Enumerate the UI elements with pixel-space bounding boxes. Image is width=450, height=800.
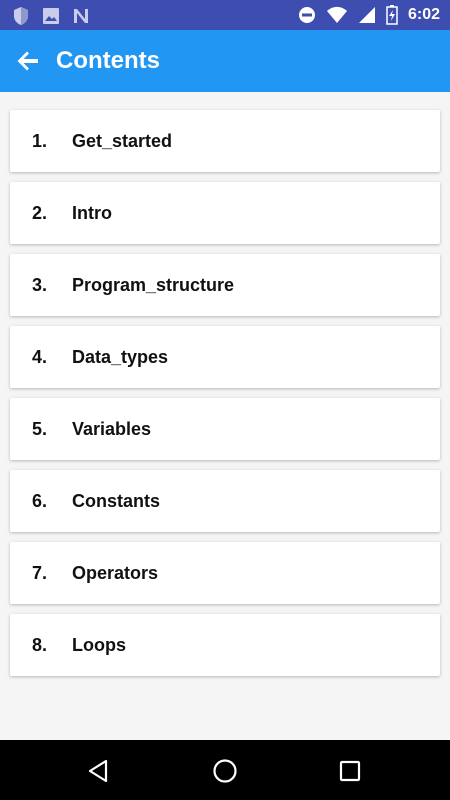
shield-icon: [14, 7, 28, 25]
list-item[interactable]: 1. Get_started: [10, 110, 440, 172]
list-item[interactable]: 7. Operators: [10, 542, 440, 604]
list-item[interactable]: 4. Data_types: [10, 326, 440, 388]
item-number: 5.: [32, 419, 48, 439]
status-bar: 6:02: [0, 0, 450, 30]
arrow-back-icon: [17, 51, 38, 71]
contents-list: 1. Get_started 2. Intro 3. Program_struc…: [10, 110, 440, 686]
app-bar: Contents: [0, 30, 450, 92]
signal-icon: [358, 7, 375, 23]
wifi-icon: [326, 6, 347, 23]
nav-back-button[interactable]: [86, 758, 112, 784]
item-number: 8.: [32, 635, 48, 655]
item-label: Data_types: [72, 347, 169, 367]
list-item[interactable]: 6. Constants: [10, 470, 440, 532]
item-number: 7.: [32, 563, 48, 583]
item-label: Operators: [72, 563, 159, 583]
item-label: Get_started: [72, 131, 173, 151]
image-icon: [43, 8, 59, 24]
nav-recents-button[interactable]: [337, 758, 363, 784]
item-number: 2.: [32, 203, 48, 223]
navigation-bar: [0, 740, 450, 800]
back-triangle-icon: [88, 759, 108, 783]
item-label: Intro: [72, 203, 112, 223]
status-left-icons: [12, 6, 90, 26]
item-label: Loops: [72, 635, 126, 655]
list-item[interactable]: 2. Intro: [10, 182, 440, 244]
list-item[interactable]: 5. Variables: [10, 398, 440, 460]
notification-n-icon: [74, 9, 88, 23]
recents-square-icon: [339, 760, 361, 782]
item-label: Program_structure: [72, 275, 235, 295]
list-item[interactable]: 3. Program_structure: [10, 254, 440, 316]
item-number: 4.: [32, 347, 48, 367]
home-circle-icon: [213, 759, 237, 783]
status-time: 6:02: [407, 6, 440, 23]
item-number: 1.: [32, 131, 48, 151]
item-label: Constants: [72, 491, 161, 511]
item-label: Variables: [72, 419, 152, 439]
item-number: 6.: [32, 491, 48, 511]
list-item[interactable]: 8. Loops: [10, 614, 440, 676]
battery-icon: [386, 5, 398, 25]
status-right-icons: 6:02: [298, 5, 440, 25]
nav-home-button[interactable]: [212, 758, 238, 784]
page-title: Contents: [56, 47, 160, 74]
item-number: 3.: [32, 275, 48, 295]
back-button[interactable]: [14, 47, 42, 75]
do-not-disturb-icon: [298, 7, 315, 23]
